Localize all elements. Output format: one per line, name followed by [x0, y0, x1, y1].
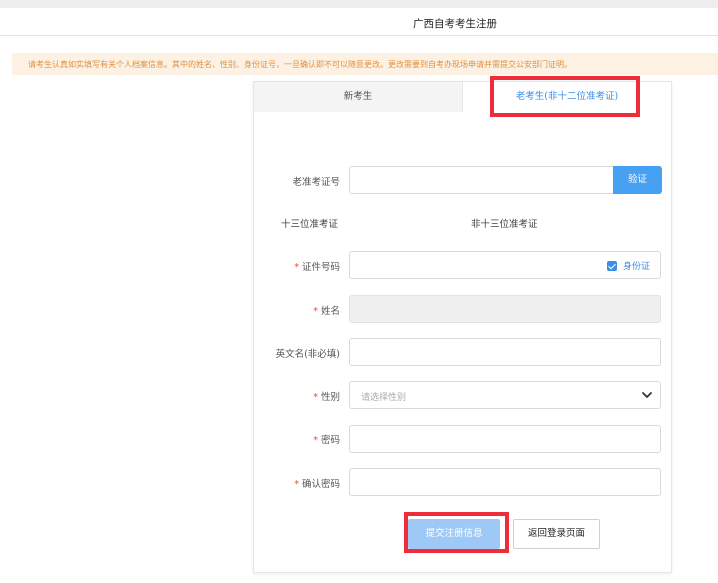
required-mark: * [294, 262, 299, 273]
id-number-label: * 证件号码 [294, 262, 340, 273]
confirm-password-label: * 确认密码 [294, 479, 340, 490]
highlight-box-tab [490, 76, 640, 117]
verify-button[interactable]: 验证 [613, 166, 662, 194]
tab-new-candidate[interactable]: 新考生 [254, 82, 463, 112]
password-label: * 密码 [313, 435, 340, 446]
notice-text: 请考生认真如实填写有关个人档案信息。其中的姓名、性别、身份证号，一旦确认即不可以… [28, 60, 572, 69]
gender-select[interactable]: 请选择性别 [349, 381, 661, 409]
chevron-down-icon [642, 392, 652, 398]
back-to-login-button[interactable]: 返回登录页面 [513, 519, 600, 549]
registration-card: 新考生 老考生(非十二位准考证) 老准考证号 验证 十三位准考证 非十三位准考证… [253, 81, 672, 573]
page-title: 广西自考考生注册 [413, 18, 497, 30]
required-mark: * [294, 479, 299, 490]
checkbox-checked-icon[interactable] [606, 260, 617, 271]
id-number-input[interactable]: 身份证 [349, 251, 661, 279]
notice-bar: 请考生认真如实填写有关个人档案信息。其中的姓名、性别、身份证号，一旦确认即不可以… [12, 53, 718, 75]
gender-placeholder: 请选择性别 [361, 393, 407, 403]
top-strip [0, 0, 718, 8]
english-name-input[interactable] [349, 338, 661, 366]
name-input[interactable] [349, 295, 661, 323]
name-label: * 姓名 [313, 306, 340, 317]
old-ticket-label: 老准考证号 [292, 177, 340, 188]
old-ticket-input[interactable] [349, 166, 614, 194]
confirm-password-input[interactable] [349, 468, 661, 496]
required-mark: * [313, 392, 318, 403]
page-header: 广西自考考生注册 [0, 8, 718, 36]
gender-label: * 性别 [313, 392, 340, 403]
highlight-box-submit [404, 512, 509, 553]
password-input[interactable] [349, 425, 661, 453]
thirteen-digit-label: 十三位准考证 [281, 219, 339, 230]
non-thirteen-digit-label: 非十三位准考证 [471, 219, 538, 230]
english-name-label: 英文名(非必填) [275, 349, 340, 360]
id-type-option[interactable]: 身份证 [606, 259, 650, 272]
required-mark: * [313, 435, 318, 446]
required-mark: * [313, 306, 318, 317]
